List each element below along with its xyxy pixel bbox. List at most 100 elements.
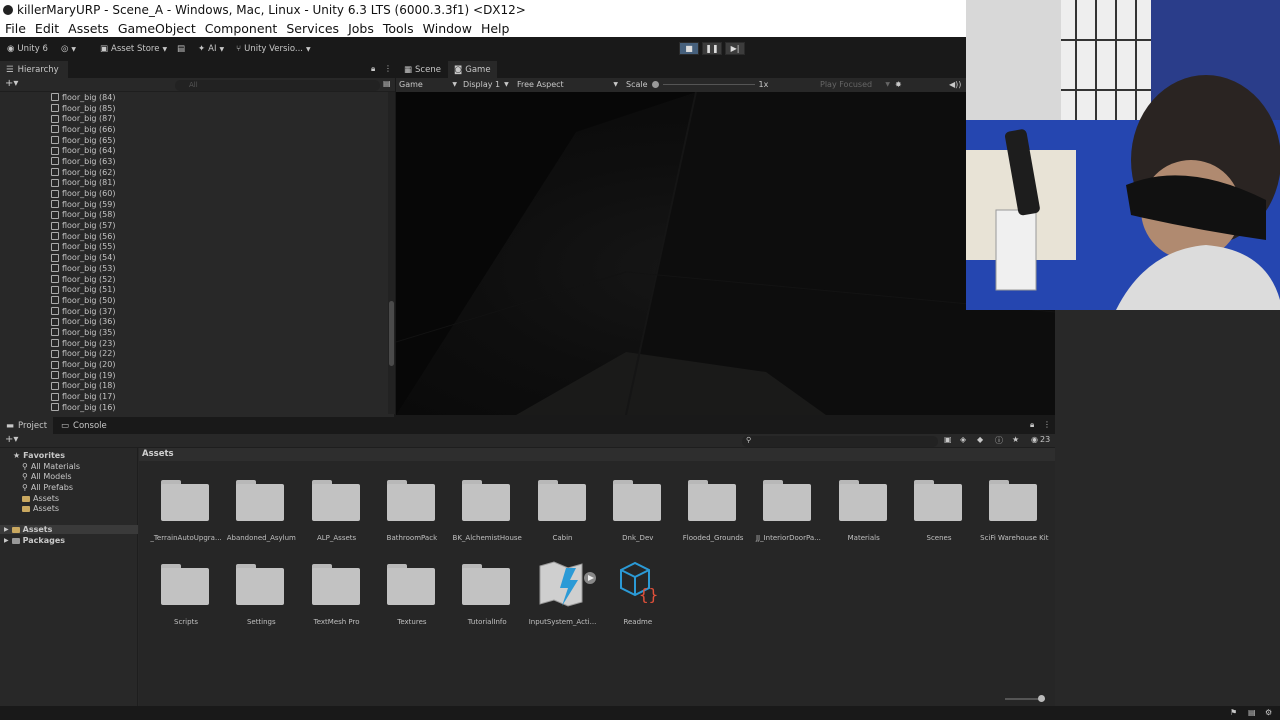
hierarchy-item[interactable]: floor_big (64) bbox=[0, 145, 388, 156]
hierarchy-item[interactable]: floor_big (52) bbox=[0, 274, 388, 285]
hierarchy-item[interactable]: floor_big (35) bbox=[0, 327, 388, 338]
hierarchy-item[interactable]: floor_big (23) bbox=[0, 338, 388, 349]
tab-hierarchy[interactable]: ☰ Hierarchy bbox=[0, 61, 68, 78]
layers-icon[interactable]: ▤ bbox=[1248, 708, 1256, 717]
info-icon[interactable]: ⓘ bbox=[995, 435, 1003, 446]
fav-all-models[interactable]: ⚲ All Models bbox=[22, 472, 72, 481]
more-icon[interactable]: ⋮ bbox=[1043, 420, 1051, 429]
hierarchy-item[interactable]: floor_big (84) bbox=[0, 92, 388, 103]
lock-icon[interactable]: 🔒︎ bbox=[1030, 420, 1034, 430]
tree-packages[interactable]: ▶ Packages bbox=[4, 536, 65, 545]
hierarchy-item[interactable]: floor_big (57) bbox=[0, 220, 388, 231]
asset-folder[interactable]: TutorialInfo bbox=[452, 564, 522, 634]
hierarchy-item[interactable]: floor_big (22) bbox=[0, 349, 388, 360]
scale-control[interactable]: Scale 1x bbox=[626, 80, 768, 89]
menu-window[interactable]: Window bbox=[423, 21, 472, 36]
hierarchy-item[interactable]: floor_big (62) bbox=[0, 167, 388, 178]
search-by-type-icon[interactable]: ▣ bbox=[944, 435, 952, 444]
tab-game[interactable]: ◙ Game bbox=[448, 61, 497, 78]
audio-icon[interactable]: ◀)) bbox=[949, 80, 961, 89]
project-search-input[interactable]: ⚲ bbox=[742, 436, 938, 447]
add-icon[interactable]: +▾ bbox=[5, 78, 18, 89]
filter-icon[interactable]: ▤ bbox=[383, 79, 391, 88]
asset-folder[interactable]: _TerrainAutoUpgra... bbox=[150, 480, 222, 550]
search-by-label-icon[interactable]: ◈ bbox=[960, 435, 966, 444]
add-icon[interactable]: +▾ bbox=[5, 434, 18, 445]
menu-file[interactable]: File bbox=[5, 21, 26, 36]
account-button[interactable]: ◉ Unity 6 bbox=[7, 44, 48, 54]
game-viewport[interactable] bbox=[396, 92, 1055, 415]
aspect-dropdown[interactable]: Free Aspect ▼ bbox=[517, 80, 618, 89]
menu-services[interactable]: Services bbox=[286, 21, 339, 36]
hierarchy-item[interactable]: floor_big (87) bbox=[0, 113, 388, 124]
cloud-account-dropdown[interactable]: ◎ ▼ bbox=[61, 44, 76, 54]
asset-readme[interactable]: {} Readme bbox=[603, 561, 673, 634]
display-dropdown[interactable]: Display 1 ▼ bbox=[463, 80, 509, 89]
stop-button[interactable]: ■ bbox=[679, 42, 699, 55]
asset-folder[interactable]: BK_AlchemistHouse bbox=[452, 480, 522, 550]
hierarchy-item[interactable]: floor_big (16) bbox=[0, 402, 388, 413]
more-icon[interactable]: ⋮ bbox=[384, 64, 392, 73]
hierarchy-item[interactable]: floor_big (56) bbox=[0, 231, 388, 242]
asset-folder[interactable]: ALP_Assets bbox=[302, 480, 372, 550]
menu-jobs[interactable]: Jobs bbox=[348, 21, 374, 36]
hierarchy-item[interactable]: floor_big (85) bbox=[0, 103, 388, 114]
asset-folder[interactable]: TextMesh Pro bbox=[302, 564, 372, 634]
hierarchy-item[interactable]: floor_big (66) bbox=[0, 124, 388, 135]
package-button[interactable]: ▤ bbox=[177, 44, 185, 54]
fav-assets-1[interactable]: Assets bbox=[22, 494, 59, 503]
bug-icon[interactable]: ✸ bbox=[895, 80, 902, 89]
scale-slider-track[interactable] bbox=[662, 84, 755, 85]
step-button[interactable]: ▶| bbox=[725, 42, 745, 55]
asset-folder[interactable]: Abandoned_Asylum bbox=[226, 480, 296, 550]
tab-console[interactable]: ▭ Console bbox=[55, 417, 113, 434]
fav-assets-2[interactable]: Assets bbox=[22, 504, 59, 513]
asset-folder[interactable]: Scripts bbox=[151, 564, 221, 634]
progress-icon[interactable]: ⚑ bbox=[1230, 708, 1237, 717]
favorites-header[interactable]: ★ Favorites bbox=[13, 451, 65, 460]
hierarchy-item[interactable]: floor_big (81) bbox=[0, 178, 388, 189]
tag-icon[interactable]: ◆ bbox=[977, 435, 983, 444]
hierarchy-item[interactable]: floor_big (54) bbox=[0, 252, 388, 263]
tab-scene[interactable]: ▦ Scene bbox=[398, 61, 447, 78]
hierarchy-search-input[interactable]: All bbox=[175, 80, 380, 91]
zoom-slider-knob[interactable] bbox=[1038, 695, 1045, 702]
asset-folder[interactable]: Settings bbox=[226, 564, 296, 634]
tree-assets[interactable]: ▶ Assets bbox=[0, 525, 138, 534]
hierarchy-item[interactable]: floor_big (37) bbox=[0, 306, 388, 317]
hierarchy-item[interactable]: floor_big (20) bbox=[0, 359, 388, 370]
asset-folder[interactable]: Flooded_Grounds bbox=[678, 480, 748, 550]
scale-slider-knob[interactable] bbox=[651, 81, 659, 88]
ai-button[interactable]: ✦ AI ▼ bbox=[198, 44, 224, 54]
hierarchy-item[interactable]: floor_big (51) bbox=[0, 284, 388, 295]
star-icon[interactable]: ★ bbox=[1012, 435, 1019, 444]
asset-folder[interactable]: BathroomPack bbox=[377, 480, 447, 550]
menu-gameobject[interactable]: GameObject bbox=[118, 21, 196, 36]
hierarchy-item[interactable]: floor_big (65) bbox=[0, 135, 388, 146]
menu-edit[interactable]: Edit bbox=[35, 21, 59, 36]
lock-icon[interactable]: 🔒︎ bbox=[371, 64, 375, 74]
menu-component[interactable]: Component bbox=[205, 21, 278, 36]
hierarchy-item[interactable]: floor_big (19) bbox=[0, 370, 388, 381]
hierarchy-item[interactable]: floor_big (63) bbox=[0, 156, 388, 167]
asset-folder[interactable]: Scenes bbox=[904, 480, 974, 550]
fav-all-materials[interactable]: ⚲ All Materials bbox=[22, 462, 80, 471]
hidden-count[interactable]: ◉ 23 bbox=[1031, 435, 1050, 444]
pause-button[interactable]: ❚❚ bbox=[702, 42, 722, 55]
play-focus-dropdown[interactable]: Play Focused ▼ bbox=[820, 80, 890, 89]
hierarchy-item[interactable]: floor_big (60) bbox=[0, 188, 388, 199]
asset-store-button[interactable]: ▣ Asset Store ▼ bbox=[100, 44, 167, 54]
menu-help[interactable]: Help bbox=[481, 21, 510, 36]
hierarchy-item[interactable]: floor_big (59) bbox=[0, 199, 388, 210]
hierarchy-item[interactable]: floor_big (58) bbox=[0, 210, 388, 221]
version-control-button[interactable]: ⑂ Unity Versio... ▼ bbox=[236, 44, 311, 54]
settings-icon[interactable]: ⚙ bbox=[1265, 708, 1272, 717]
asset-folder[interactable]: Dnk_Dev bbox=[603, 480, 673, 550]
asset-folder[interactable]: Materials bbox=[829, 480, 899, 550]
mode-dropdown[interactable]: Game ▼ bbox=[399, 80, 457, 89]
menu-tools[interactable]: Tools bbox=[383, 21, 414, 36]
asset-folder[interactable]: Textures bbox=[377, 564, 447, 634]
hierarchy-scroll-thumb[interactable] bbox=[389, 301, 394, 366]
fav-all-prefabs[interactable]: ⚲ All Prefabs bbox=[22, 483, 73, 492]
hierarchy-item[interactable]: floor_big (18) bbox=[0, 381, 388, 392]
